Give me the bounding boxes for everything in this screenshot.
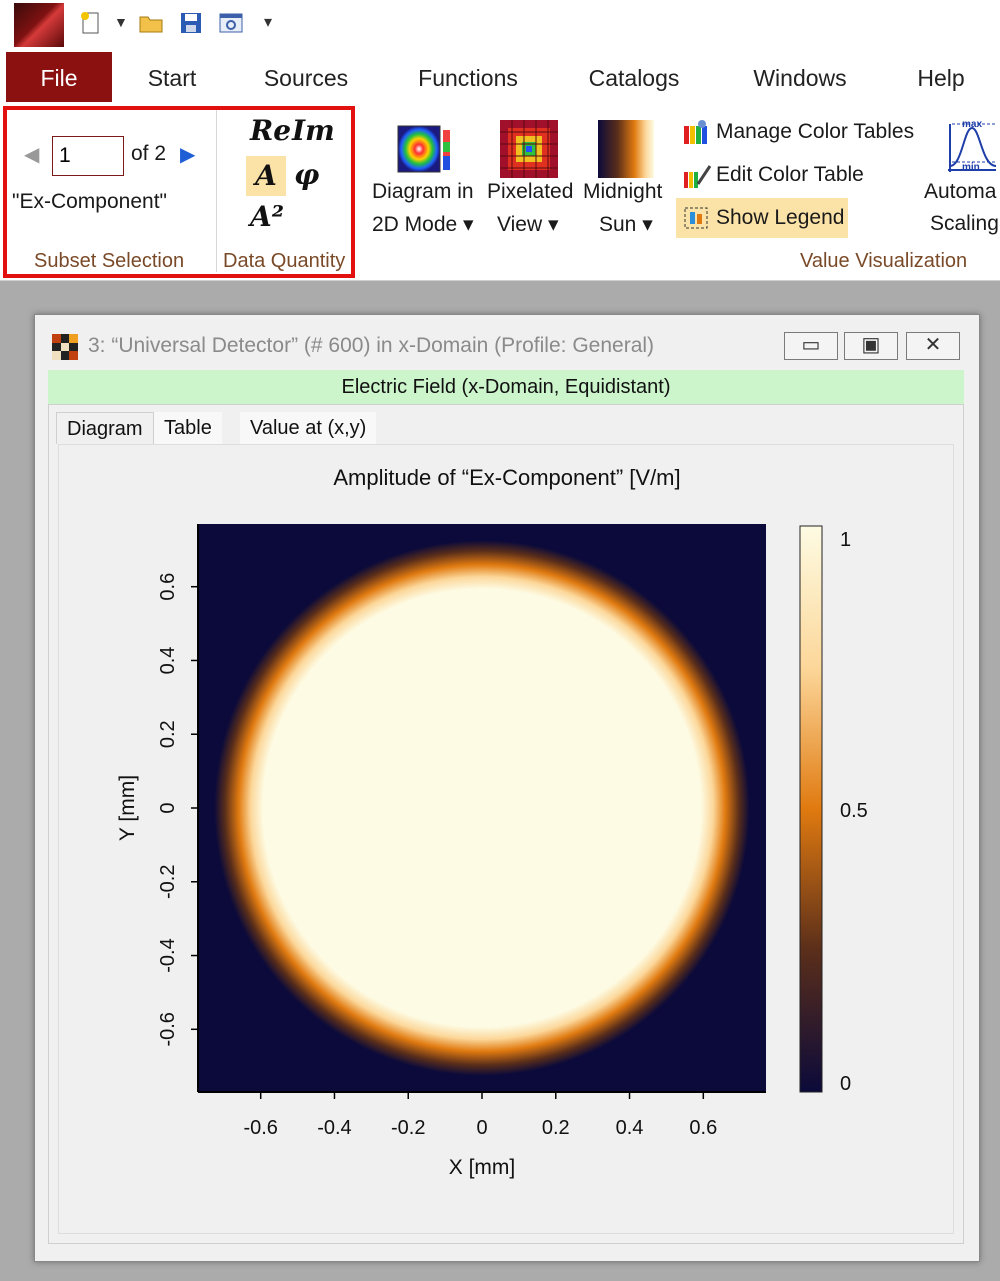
x-tick-label: 0.2 xyxy=(542,1117,570,1139)
field-amplitude-spot xyxy=(214,540,750,1076)
x-tick-label: 0.6 xyxy=(689,1117,717,1139)
y-axis-label: Y [mm] xyxy=(116,775,139,841)
y-tick-label: 0 xyxy=(157,802,179,813)
colorbar-tick-label: 1 xyxy=(840,529,851,551)
x-tick-label: -0.6 xyxy=(243,1117,277,1139)
y-tick-label: 0.6 xyxy=(157,573,179,601)
x-tick-label: -0.2 xyxy=(391,1117,425,1139)
y-tick-label: 0.2 xyxy=(157,720,179,748)
x-axis-label: X [mm] xyxy=(449,1156,516,1179)
y-tick-label: -0.6 xyxy=(157,1012,179,1046)
y-tick-label: 0.4 xyxy=(157,647,179,675)
x-tick-label: 0.4 xyxy=(616,1117,644,1139)
x-tick-label: -0.4 xyxy=(317,1117,351,1139)
x-tick-label: 0 xyxy=(476,1117,487,1139)
y-tick-label: -0.2 xyxy=(157,865,179,899)
heatmap-chart: -0.6 -0.4 -0.2 0 0.2 0.4 0.6 -0.6 -0.4 -0.2 0 0.2 0.… xyxy=(116,524,868,1179)
colorbar-tick-label: 0.5 xyxy=(840,800,868,822)
colorbar-tick-label: 0 xyxy=(840,1073,851,1095)
colorbar xyxy=(799,525,823,1093)
y-tick-label: -0.4 xyxy=(157,938,179,972)
